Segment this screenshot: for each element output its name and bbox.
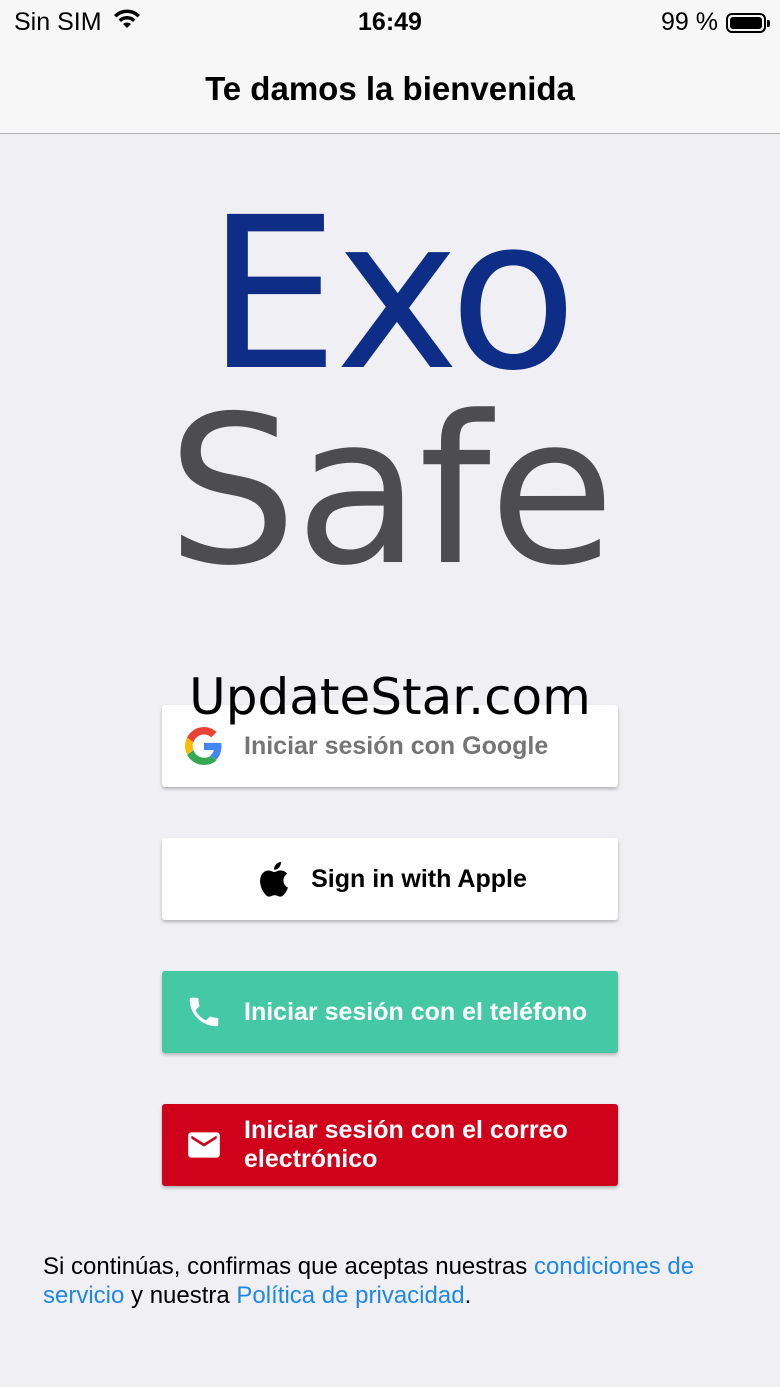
status-bar: Sin SIM 16:49 99 % [0,0,780,44]
phone-sign-in-button[interactable]: Iniciar sesión con el teléfono [162,971,618,1053]
apple-sign-in-button[interactable]: Sign in with Apple [162,838,618,920]
google-logo-icon [184,726,224,766]
terms-suffix: . [464,1282,472,1309]
email-sign-in-button[interactable]: Iniciar sesión con el correo electrónico [162,1104,618,1186]
terms-middle: y nuestra [124,1282,237,1309]
battery-icon [726,12,770,33]
navigation-bar: Te damos la bienvenida [0,44,780,134]
email-button-label: Iniciar sesión con el correo electrónico [244,1116,568,1173]
terms-prefix: Si continúas, confirmas que aceptas nues… [43,1253,534,1280]
apple-logo-icon [253,859,293,899]
terms-text: Si continúas, confirmas que aceptas nues… [43,1252,743,1310]
battery-percent: 99 % [661,8,718,36]
status-right: 99 % [661,8,770,37]
watermark: UpdateStar.com [189,668,591,726]
phone-button-label: Iniciar sesión con el teléfono [244,997,588,1026]
mail-icon [184,1125,224,1165]
privacy-policy-link[interactable]: Política de privacidad [236,1282,464,1309]
page-title: Te damos la bienvenida [205,69,575,107]
logo-exo: Exo [206,172,578,417]
google-button-label: Iniciar sesión con Google [244,731,549,760]
phone-icon [184,992,224,1032]
logo-safe: Safe [166,373,615,611]
apple-button-label: Sign in with Apple [311,864,527,893]
